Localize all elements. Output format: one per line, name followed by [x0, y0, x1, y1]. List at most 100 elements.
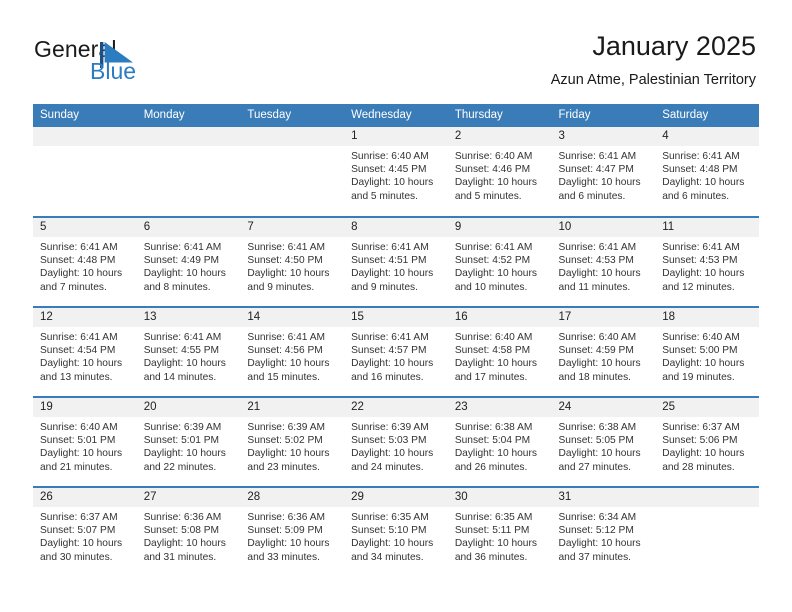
calendar-day-cell[interactable]: 13 Sunrise: 6:41 AM Sunset: 4:55 PM Dayligh…: [136, 306, 241, 397]
daylight-text-cont: and 9 minutes.: [247, 281, 315, 293]
calendar-day-cell[interactable]: 23 Sunrise: 6:38 AM Sunset: 5:04 PM Dayligh…: [447, 396, 552, 487]
calendar-day-cell[interactable]: 21 Sunrise: 6:39 AM Sunset: 5:02 PM Dayligh…: [240, 396, 345, 487]
day-details: Sunrise: 6:36 AM Sunset: 5:08 PM Daylight:…: [137, 507, 241, 564]
sunrise-text: Sunrise: 6:41 AM: [662, 151, 740, 162]
day-details: Sunrise: 6:40 AM Sunset: 5:00 PM Daylight:…: [655, 327, 759, 384]
daylight-text: Daylight: 10 hours: [143, 268, 226, 280]
day-number: 28: [240, 488, 345, 507]
sunset-text: Sunset: 5:02 PM: [247, 435, 323, 447]
daylight-text: Daylight: 10 hours: [558, 538, 641, 550]
day-number: 19: [33, 398, 137, 417]
day-details: Sunrise: 6:35 AM Sunset: 5:10 PM Daylight:…: [344, 507, 448, 564]
calendar-day-cell[interactable]: 28 Sunrise: 6:36 AM Sunset: 5:09 PM Dayligh…: [240, 486, 345, 577]
calendar-day-cell[interactable]: 25 Sunrise: 6:37 AM Sunset: 5:06 PM Dayligh…: [655, 396, 759, 487]
calendar-day-cell[interactable]: 10 Sunrise: 6:41 AM Sunset: 4:53 PM Dayligh…: [551, 216, 656, 307]
day-number: 1: [344, 127, 448, 146]
daylight-text-cont: and 10 minutes.: [454, 281, 528, 293]
sunset-text: Sunset: 5:03 PM: [351, 435, 427, 447]
daylight-text: Daylight: 10 hours: [351, 177, 434, 189]
daylight-text: Daylight: 10 hours: [247, 358, 330, 370]
sunrise-text: Sunrise: 6:40 AM: [454, 332, 533, 343]
day-number: 6: [136, 218, 241, 237]
calendar-day-cell[interactable]: 11 Sunrise: 6:41 AM Sunset: 4:53 PM Dayligh…: [655, 216, 759, 307]
sunset-text: Sunset: 4:51 PM: [351, 255, 427, 267]
calendar-day-cell[interactable]: 30 Sunrise: 6:35 AM Sunset: 5:11 PM Dayligh…: [447, 486, 552, 577]
calendar-day-cell[interactable]: 15 Sunrise: 6:41 AM Sunset: 4:57 PM Dayligh…: [344, 306, 448, 397]
calendar-day-cell[interactable]: 9 Sunrise: 6:41 AM Sunset: 4:52 PM Daylight…: [447, 216, 552, 307]
calendar-day-cell-empty: [655, 486, 759, 577]
sunset-text: Sunset: 5:07 PM: [40, 525, 116, 537]
calendar-day-cell[interactable]: 16 Sunrise: 6:40 AM Sunset: 4:58 PM Dayligh…: [447, 306, 552, 397]
daylight-text-cont: and 34 minutes.: [351, 551, 424, 563]
calendar-day-cell[interactable]: 12 Sunrise: 6:41 AM Sunset: 4:54 PM Dayligh…: [33, 306, 137, 397]
sunrise-text: Sunrise: 6:38 AM: [454, 422, 533, 433]
day-number: 13: [136, 308, 241, 327]
daylight-text-cont: and 5 minutes.: [351, 190, 418, 202]
calendar-day-cell[interactable]: 17 Sunrise: 6:40 AM Sunset: 4:59 PM Dayligh…: [551, 306, 656, 397]
day-number: 27: [136, 488, 241, 507]
calendar-grid-container: Sunday Monday Tuesday Wednesday Thursday Frid…: [33, 104, 759, 577]
sunset-text: Sunset: 4:58 PM: [454, 345, 531, 357]
day-details: Sunrise: 6:38 AM Sunset: 5:05 PM Daylight:…: [552, 417, 656, 474]
weekday-header-wednesday: Wednesday: [344, 104, 448, 127]
calendar-day-cell[interactable]: 29 Sunrise: 6:35 AM Sunset: 5:10 PM Dayligh…: [344, 486, 448, 577]
day-details: Sunrise: 6:39 AM Sunset: 5:01 PM Daylight:…: [137, 417, 241, 474]
calendar-day-cell[interactable]: 27 Sunrise: 6:36 AM Sunset: 5:08 PM Dayligh…: [136, 486, 241, 577]
day-details: Sunrise: 6:36 AM Sunset: 5:09 PM Daylight:…: [240, 507, 344, 564]
day-details: Sunrise: 6:41 AM Sunset: 4:49 PM Daylight:…: [137, 237, 241, 294]
calendar-day-cell[interactable]: 1 Sunrise: 6:40 AM Sunset: 4:45 PM Daylight…: [344, 127, 448, 217]
calendar-day-cell[interactable]: 20 Sunrise: 6:39 AM Sunset: 5:01 PM Dayligh…: [136, 396, 241, 487]
day-number: 3: [551, 127, 656, 146]
calendar-day-cell-empty: [136, 127, 241, 217]
day-number: [240, 127, 345, 146]
calendar-day-cell[interactable]: 2 Sunrise: 6:40 AM Sunset: 4:46 PM Daylight…: [447, 127, 552, 217]
day-details: Sunrise: 6:41 AM Sunset: 4:53 PM Daylight:…: [552, 237, 656, 294]
calendar-day-cell[interactable]: 5 Sunrise: 6:41 AM Sunset: 4:48 PM Daylight…: [33, 216, 137, 307]
calendar-day-cell[interactable]: 3 Sunrise: 6:41 AM Sunset: 4:47 PM Daylight…: [551, 127, 656, 217]
calendar-day-cell[interactable]: 19 Sunrise: 6:40 AM Sunset: 5:01 PM Dayligh…: [33, 396, 137, 487]
day-details: Sunrise: 6:38 AM Sunset: 5:04 PM Daylight:…: [448, 417, 552, 474]
day-details: [240, 146, 344, 150]
day-number: 14: [240, 308, 345, 327]
sunset-text: Sunset: 4:57 PM: [351, 345, 427, 357]
daylight-text: Daylight: 10 hours: [247, 268, 330, 280]
calendar-day-cell[interactable]: 14 Sunrise: 6:41 AM Sunset: 4:56 PM Dayligh…: [240, 306, 345, 397]
calendar-day-cell-empty: [240, 127, 345, 217]
weekday-header-saturday: Saturday: [655, 104, 759, 127]
weekday-header-friday: Friday: [551, 104, 656, 127]
sunrise-text: Sunrise: 6:37 AM: [662, 422, 740, 433]
daylight-text-cont: and 33 minutes.: [247, 551, 320, 563]
day-number: 30: [447, 488, 552, 507]
calendar-day-cell[interactable]: 4 Sunrise: 6:41 AM Sunset: 4:48 PM Daylight…: [655, 127, 759, 217]
calendar-day-cell[interactable]: 24 Sunrise: 6:38 AM Sunset: 5:05 PM Dayligh…: [551, 396, 656, 487]
calendar-day-cell[interactable]: 6 Sunrise: 6:41 AM Sunset: 4:49 PM Daylight…: [136, 216, 241, 307]
calendar-day-cell[interactable]: 8 Sunrise: 6:41 AM Sunset: 4:51 PM Daylight…: [344, 216, 448, 307]
day-details: Sunrise: 6:41 AM Sunset: 4:54 PM Daylight:…: [33, 327, 137, 384]
calendar-day-cell[interactable]: 18 Sunrise: 6:40 AM Sunset: 5:00 PM Dayligh…: [655, 306, 759, 397]
brand-name-blue: Blue: [90, 58, 137, 84]
day-details: Sunrise: 6:35 AM Sunset: 5:11 PM Daylight:…: [448, 507, 552, 564]
day-details: Sunrise: 6:41 AM Sunset: 4:51 PM Daylight:…: [344, 237, 448, 294]
daylight-text-cont: and 13 minutes.: [40, 371, 113, 383]
calendar-day-cell[interactable]: 31 Sunrise: 6:34 AM Sunset: 5:12 PM Dayligh…: [551, 486, 656, 577]
brand-logo[interactable]: General Blue: [34, 36, 244, 92]
daylight-text: Daylight: 10 hours: [351, 538, 434, 550]
sunrise-text: Sunrise: 6:38 AM: [558, 422, 637, 433]
sunrise-text: Sunrise: 6:34 AM: [558, 512, 637, 523]
sunset-text: Sunset: 5:05 PM: [558, 435, 634, 447]
sunrise-text: Sunrise: 6:41 AM: [247, 332, 325, 343]
calendar-day-cell[interactable]: 26 Sunrise: 6:37 AM Sunset: 5:07 PM Dayligh…: [33, 486, 137, 577]
calendar-day-cell[interactable]: 22 Sunrise: 6:39 AM Sunset: 5:03 PM Dayligh…: [344, 396, 448, 487]
day-details: Sunrise: 6:40 AM Sunset: 4:46 PM Daylight:…: [448, 146, 552, 203]
day-number: 25: [655, 398, 759, 417]
daylight-text-cont: and 19 minutes.: [662, 371, 735, 383]
day-details: Sunrise: 6:37 AM Sunset: 5:07 PM Daylight:…: [33, 507, 137, 564]
calendar-day-cell[interactable]: 7 Sunrise: 6:41 AM Sunset: 4:50 PM Daylight…: [240, 216, 345, 307]
daylight-text-cont: and 26 minutes.: [454, 461, 528, 473]
sunrise-text: Sunrise: 6:41 AM: [454, 242, 533, 253]
daylight-text: Daylight: 10 hours: [662, 177, 745, 189]
page-title: January 2025: [592, 31, 756, 61]
daylight-text-cont: and 27 minutes.: [558, 461, 632, 473]
day-number: 18: [655, 308, 759, 327]
weekday-header-thursday: Thursday: [447, 104, 552, 127]
